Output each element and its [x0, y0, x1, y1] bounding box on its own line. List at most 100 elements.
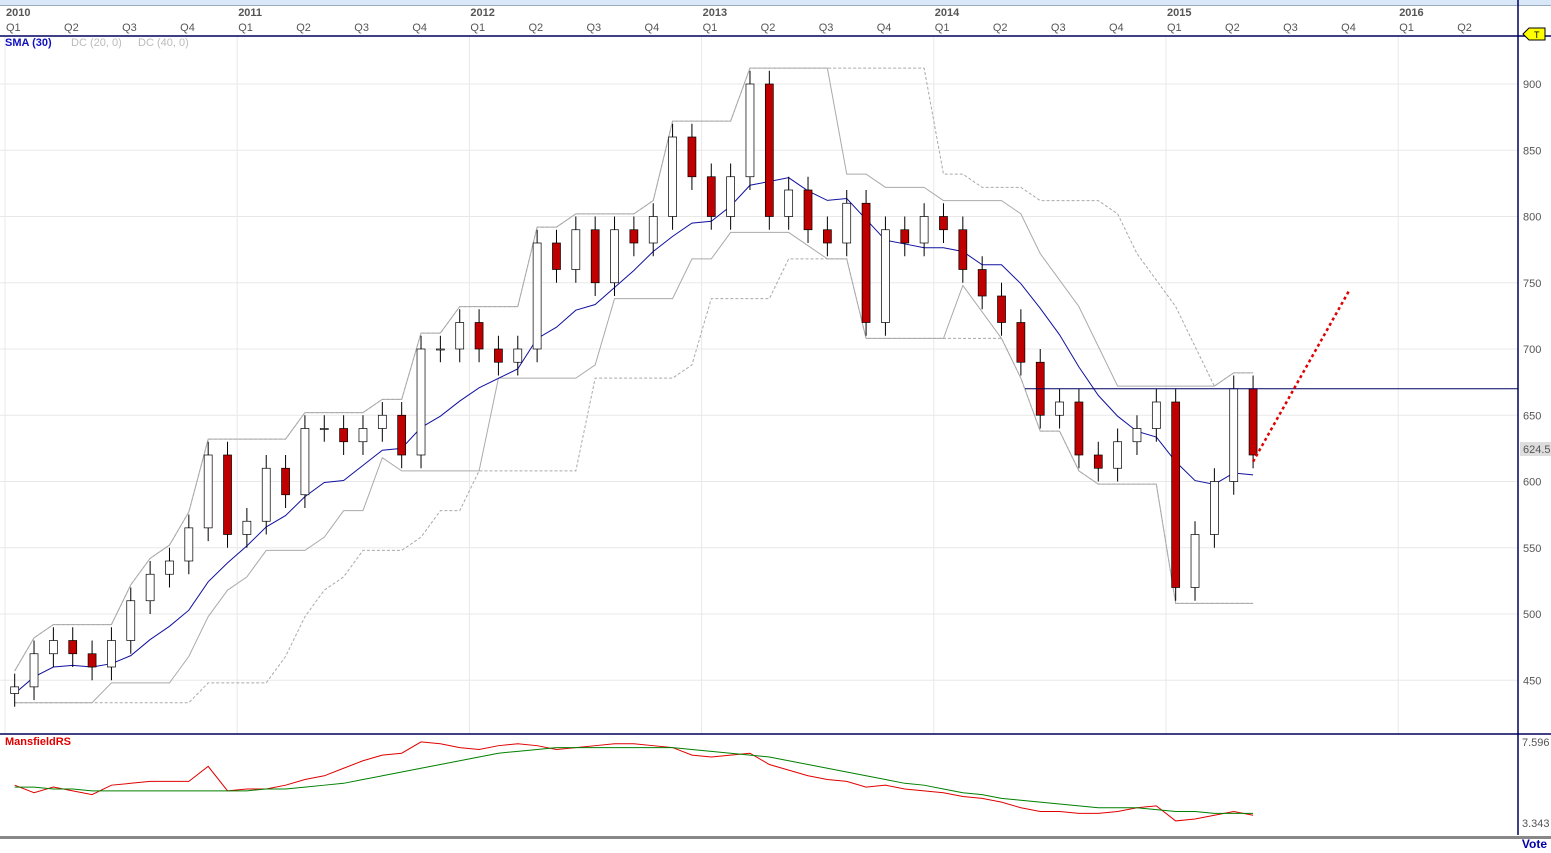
dc40-legend[interactable]: DC (40, 0) — [138, 37, 189, 49]
y-tick-label: 700 — [1523, 344, 1541, 356]
candle-body — [377, 414, 387, 429]
candle-body — [203, 454, 213, 529]
candle-body — [1151, 401, 1161, 429]
candle-body — [726, 176, 735, 217]
quarter-label: Q1 — [6, 22, 21, 34]
quarter-label: Q2 — [64, 22, 79, 34]
year-label: 2013 — [703, 7, 727, 19]
candle-body — [261, 467, 271, 522]
candle-body — [416, 348, 426, 456]
y-tick-label: 450 — [1523, 675, 1541, 687]
candle-body — [1016, 322, 1026, 363]
candle-body — [764, 83, 774, 217]
candle-body — [1074, 401, 1084, 456]
candle-body — [339, 428, 348, 443]
quarter-label: Q2 — [296, 22, 311, 34]
sma-legend[interactable]: SMA (30) — [5, 37, 52, 49]
candle-body — [861, 202, 871, 323]
candle-body — [823, 229, 832, 244]
candle-body — [1055, 401, 1064, 416]
donchian-lower — [14, 258, 1254, 704]
candle-body — [590, 229, 600, 284]
candle-body — [629, 229, 639, 244]
candle-body — [1229, 388, 1239, 482]
quarter-label: Q3 — [354, 22, 369, 34]
quarter-label: Q4 — [412, 22, 427, 34]
quarter-label: Q3 — [587, 22, 602, 34]
donchian-upper — [14, 67, 1254, 672]
candle-body — [706, 176, 716, 217]
candle-body — [300, 428, 310, 496]
quarter-label: Q1 — [470, 22, 485, 34]
quarter-label: Q2 — [761, 22, 776, 34]
candle-body — [958, 229, 968, 270]
y-tick-label: 750 — [1523, 278, 1541, 290]
candle-body — [49, 640, 58, 655]
rs-ma-line — [14, 747, 1254, 814]
rs-min-label: 3.343 — [1522, 818, 1550, 830]
candle-body — [803, 189, 813, 231]
candle-body — [126, 600, 136, 641]
candle-body — [29, 653, 39, 688]
candle-body — [1113, 441, 1122, 469]
vote-link[interactable]: Vote — [1522, 837, 1547, 851]
y-tick-label: 800 — [1523, 212, 1541, 224]
rs-legend[interactable]: MansfieldRS — [5, 736, 71, 748]
dc20-legend[interactable]: DC (20, 0) — [71, 37, 122, 49]
candle-body — [939, 216, 948, 231]
quarter-label: Q2 — [528, 22, 543, 34]
candle-body — [1248, 388, 1258, 456]
rs-max-label: 7.596 — [1522, 737, 1550, 749]
candle-body — [107, 640, 116, 668]
candle-body — [474, 322, 484, 350]
quarter-label: Q4 — [645, 22, 660, 34]
candle-body — [1132, 428, 1142, 443]
quarter-label: Q2 — [1225, 22, 1240, 34]
quarter-label: Q2 — [1457, 22, 1472, 34]
candle-body — [1093, 454, 1103, 469]
price-chart[interactable]: 450 500 550 600 650 700 750 800 850 900 2010 Q1 Q2 Q3… — [0, 0, 1551, 853]
candle-body — [1190, 534, 1200, 588]
quarter-label: Q1 — [238, 22, 253, 34]
candle-body — [319, 428, 329, 430]
candle-body — [668, 136, 677, 217]
candle-body — [571, 229, 581, 270]
y-tick-label: 600 — [1523, 477, 1541, 489]
candle-body — [397, 414, 407, 456]
candle-body — [184, 527, 194, 562]
y-tick-label: 900 — [1523, 79, 1541, 91]
candle-body — [842, 202, 852, 244]
candle-body — [513, 348, 523, 363]
quarter-label: Q1 — [703, 22, 718, 34]
quarter-label: Q4 — [877, 22, 892, 34]
candle-body — [436, 348, 445, 351]
candle-body — [358, 428, 368, 443]
quarter-label: Q3 — [1051, 22, 1066, 34]
footer-divider — [0, 836, 1551, 839]
y-tick-label: 850 — [1523, 145, 1541, 157]
candle-body — [977, 269, 987, 297]
candle-body — [532, 242, 542, 350]
candle-body — [455, 322, 465, 350]
candle-body — [900, 229, 910, 244]
candle-body — [881, 229, 890, 323]
y-tick-label: 650 — [1523, 410, 1541, 422]
candle-body — [223, 454, 232, 535]
candle-body — [552, 242, 561, 270]
candle-body — [648, 216, 658, 244]
candle-body — [242, 520, 252, 535]
quarter-label: Q3 — [1283, 22, 1298, 34]
y-tick-label: 500 — [1523, 609, 1541, 621]
rs-line — [14, 741, 1254, 822]
quarter-label: Q1 — [1399, 22, 1414, 34]
year-label: 2014 — [935, 7, 960, 19]
candle-body — [919, 216, 929, 244]
y-tick-label: 550 — [1523, 543, 1541, 555]
candle-body — [1171, 401, 1181, 588]
quarter-label: Q3 — [819, 22, 834, 34]
quarter-label: Q2 — [993, 22, 1008, 34]
year-label: 2015 — [1167, 7, 1191, 19]
candle-body — [10, 686, 20, 694]
candle-body — [610, 229, 619, 284]
candle-body — [687, 136, 697, 178]
